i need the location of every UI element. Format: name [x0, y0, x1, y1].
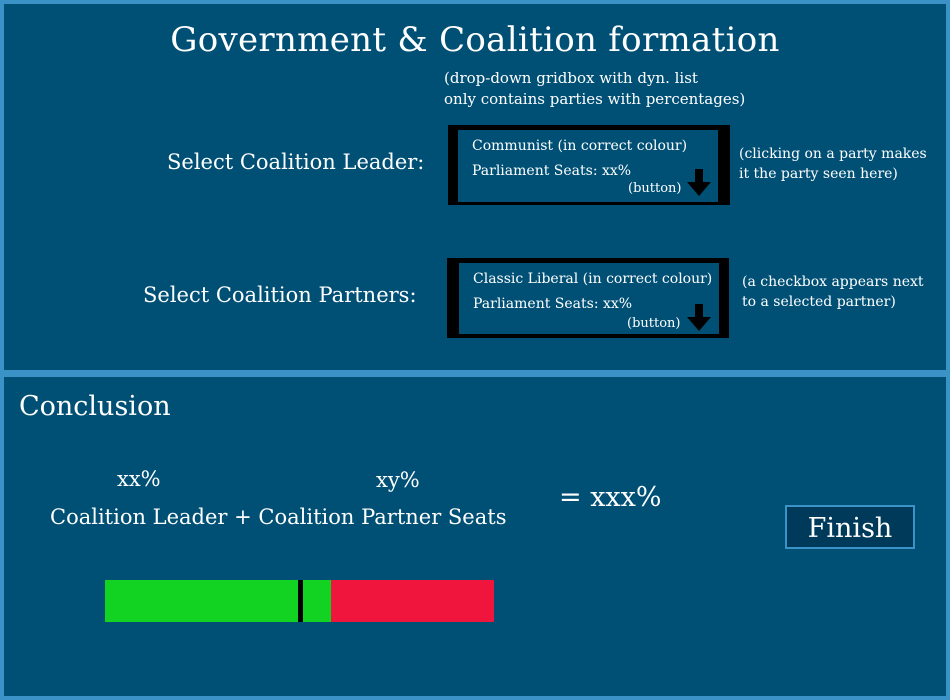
- total-seat-percent: = xxx%: [559, 482, 662, 513]
- formation-panel: Government & Coalition formation (drop-d…: [4, 4, 946, 370]
- coalition-leader-button-label: (button): [628, 181, 682, 196]
- coalition-partners-button-label: (button): [627, 316, 681, 331]
- coalition-partner-party: Classic Liberal (in correct colour): [473, 271, 713, 287]
- coalition-partners-dropdown[interactable]: Classic Liberal (in correct colour) Parl…: [447, 258, 729, 338]
- coalition-partners-annotation: (a checkbox appears next to a selected p…: [742, 274, 924, 310]
- arrow-down-icon[interactable]: [687, 304, 711, 332]
- coalition-seat-fill-beyond-majority: [301, 580, 331, 622]
- seat-sum-expression: Coalition Leader + Coalition Partner Sea…: [50, 505, 507, 529]
- coalition-leader-party: Communist (in correct colour): [472, 138, 688, 154]
- coalition-seat-bar: [105, 580, 494, 622]
- page-title: Government & Coalition formation: [170, 20, 780, 60]
- coalition-seat-fill: [105, 580, 301, 622]
- conclusion-title: Conclusion: [19, 391, 171, 422]
- finish-button[interactable]: Finish: [785, 505, 915, 549]
- coalition-leader-label: Select Coalition Leader:: [167, 150, 425, 174]
- coalition-leader-annotation: (clicking on a party makes it the party …: [739, 146, 927, 182]
- partner-seat-percent: xy%: [376, 468, 420, 492]
- coalition-leader-dropdown-body: Communist (in correct colour) Parliament…: [458, 130, 718, 202]
- remaining-seat-fill: [331, 580, 494, 622]
- arrow-down-icon[interactable]: [687, 169, 711, 197]
- coalition-leader-dropdown[interactable]: Communist (in correct colour) Parliament…: [448, 125, 730, 205]
- conclusion-panel: Conclusion xx% xy% Coalition Leader + Co…: [4, 377, 946, 696]
- dropdown-annotation: (drop-down gridbox with dyn. list only c…: [444, 69, 746, 108]
- coalition-partners-dropdown-body: Classic Liberal (in correct colour) Parl…: [459, 263, 719, 334]
- coalition-partner-seats: Parliament Seats: xx%: [473, 296, 633, 312]
- coalition-partners-label: Select Coalition Partners:: [143, 283, 417, 307]
- leader-seat-percent: xx%: [117, 467, 161, 491]
- coalition-leader-seats: Parliament Seats: xx%: [472, 163, 632, 179]
- majority-marker: [298, 580, 303, 622]
